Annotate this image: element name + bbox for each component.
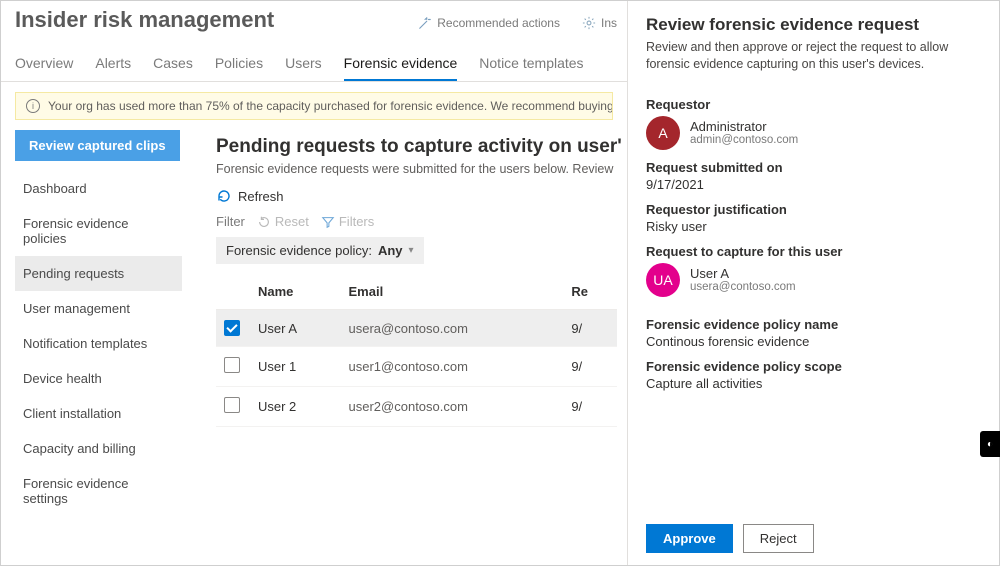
sidebar-item-forensic-evidence-policies[interactable]: Forensic evidence policies <box>15 206 182 256</box>
requestor-label: Requestor <box>646 97 981 112</box>
row-checkbox[interactable] <box>224 397 240 413</box>
sidebar-item-pending-requests[interactable]: Pending requests <box>15 256 182 291</box>
tab-users[interactable]: Users <box>285 47 322 81</box>
policy-scope-value: Capture all activities <box>646 376 981 391</box>
justification-value: Risky user <box>646 219 981 234</box>
refresh-button[interactable]: Refresh <box>216 188 284 204</box>
sidebar-item-device-health[interactable]: Device health <box>15 361 182 396</box>
policy-filter-pill[interactable]: Forensic evidence policy: Any ▾ <box>216 237 424 264</box>
pending-requests-heading: Pending requests to capture activity on … <box>216 136 617 158</box>
column-header[interactable]: Email <box>341 274 564 310</box>
refresh-icon <box>216 188 232 204</box>
review-request-panel: Review forensic evidence request Review … <box>627 1 999 565</box>
row-checkbox[interactable] <box>224 320 240 336</box>
sidebar-item-forensic-evidence-settings[interactable]: Forensic evidence settings <box>15 466 182 516</box>
sidebar-item-capacity-and-billing[interactable]: Capacity and billing <box>15 431 182 466</box>
review-captured-clips-button[interactable]: Review captured clips <box>15 130 180 161</box>
row-checkbox[interactable] <box>224 357 240 373</box>
capture-user-persona: UA User A usera@contoso.com <box>646 263 981 297</box>
justification-label: Requestor justification <box>646 202 981 217</box>
filters-button[interactable]: Filters <box>321 214 374 229</box>
tab-bar: Overview Alerts Cases Policies Users Forensic… <box>1 41 627 82</box>
capture-user-label: Request to capture for this user <box>646 244 981 259</box>
avatar: A <box>646 116 680 150</box>
tab-policies[interactable]: Policies <box>215 47 263 81</box>
sidebar-item-notification-templates[interactable]: Notification templates <box>15 326 182 361</box>
pending-requests-subtext: Forensic evidence requests were submitte… <box>216 162 617 176</box>
reset-filters-button[interactable]: Reset <box>257 214 309 229</box>
reset-icon <box>257 215 271 229</box>
avatar: UA <box>646 263 680 297</box>
sidebar-item-client-installation[interactable]: Client installation <box>15 396 182 431</box>
approve-button[interactable]: Approve <box>646 524 733 553</box>
submitted-on-label: Request submitted on <box>646 160 981 175</box>
tab-forensic-evidence[interactable]: Forensic evidence <box>344 47 458 81</box>
sidebar-item-user-management[interactable]: User management <box>15 291 182 326</box>
sidebar-item-dashboard[interactable]: Dashboard <box>15 171 182 206</box>
filter-label: Filter <box>216 214 245 229</box>
chevron-down-icon: ▾ <box>409 245 414 256</box>
reject-button[interactable]: Reject <box>743 524 814 553</box>
column-header[interactable]: Name <box>250 274 341 310</box>
requestor-persona: A Administrator admin@contoso.com <box>646 116 981 150</box>
wand-icon <box>418 16 432 30</box>
help-bubble[interactable]: ◐ <box>980 431 1000 457</box>
table-row[interactable]: User 1user1@contoso.com9/ <box>216 347 617 387</box>
policy-name-label: Forensic evidence policy name <box>646 317 981 332</box>
pending-requests-table: NameEmailRe User Ausera@contoso.com9/Use… <box>216 274 617 427</box>
tab-overview[interactable]: Overview <box>15 47 73 81</box>
submitted-on-value: 9/17/2021 <box>646 177 981 192</box>
filter-icon <box>321 215 335 229</box>
tab-alerts[interactable]: Alerts <box>95 47 131 81</box>
gear-icon <box>582 16 596 30</box>
column-header[interactable]: Re <box>563 274 617 310</box>
recommended-actions-link[interactable]: Recommended actions <box>418 16 560 30</box>
info-icon: i <box>26 99 40 113</box>
panel-title: Review forensic evidence request <box>646 15 981 35</box>
settings-link[interactable]: Ins <box>582 16 617 30</box>
policy-scope-label: Forensic evidence policy scope <box>646 359 981 374</box>
tab-cases[interactable]: Cases <box>153 47 193 81</box>
panel-description: Review and then approve or reject the re… <box>646 39 981 73</box>
table-row[interactable]: User Ausera@contoso.com9/ <box>216 310 617 347</box>
policy-name-value: Continous forensic evidence <box>646 334 981 349</box>
tab-notice-templates[interactable]: Notice templates <box>479 47 583 81</box>
capacity-warning: i Your org has used more than 75% of the… <box>15 92 613 120</box>
table-row[interactable]: User 2user2@contoso.com9/ <box>216 387 617 427</box>
